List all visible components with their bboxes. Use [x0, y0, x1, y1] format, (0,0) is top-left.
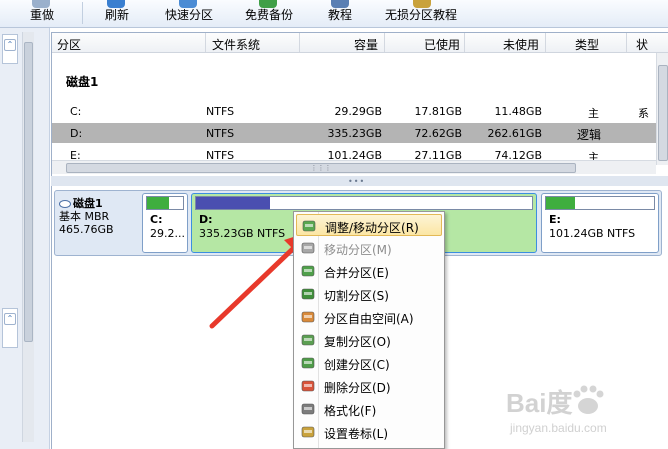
menu-item-label: 设置卷标(L)	[324, 427, 389, 441]
menu-item[interactable]: 设置卷标(L)	[296, 421, 442, 443]
label-icon	[300, 424, 316, 440]
delete-icon	[300, 378, 316, 394]
allocate-free-space-icon	[300, 309, 316, 325]
menu-item[interactable]: 分区自由空间(A)	[296, 306, 442, 328]
menu-item[interactable]: 切割分区(S)	[296, 283, 442, 305]
menu-item: 移动分区(M)	[296, 237, 442, 259]
menu-item[interactable]: 调整/移动分区(R)	[296, 214, 442, 236]
create-icon	[300, 355, 316, 371]
move-icon	[300, 240, 316, 256]
menu-item[interactable]: 格式化(F)	[296, 398, 442, 420]
context-menu: 调整/移动分区(R) 移动分区(M) 合并分区(E) 切割分区(S) 分区自由空间(A)…	[293, 211, 445, 449]
menu-item-label: 移动分区(M)	[324, 243, 392, 257]
menu-item[interactable]: 合并分区(E)	[296, 260, 442, 282]
menu-item-label: 创建分区(C)	[324, 358, 390, 372]
merge-icon	[300, 263, 316, 279]
menu-item-label: 删除分区(D)	[324, 381, 391, 395]
menu-item-label: 分区自由空间(A)	[324, 312, 414, 326]
menu-item[interactable]: 删除分区(D)	[296, 375, 442, 397]
menu-item-label: 切割分区(S)	[324, 289, 389, 303]
copy-icon	[300, 332, 316, 348]
menu-item[interactable]: 创建分区(C)	[296, 352, 442, 374]
resize-move-icon	[301, 218, 317, 234]
menu-item[interactable]: 复制分区(O)	[296, 329, 442, 351]
arrow-shaft	[209, 239, 303, 329]
menu-item-label: 复制分区(O)	[324, 335, 391, 349]
menu-item-label: 调整/移动分区(R)	[325, 221, 419, 235]
menu-item-label: 合并分区(E)	[324, 266, 389, 280]
format-icon	[300, 401, 316, 417]
menu-item-label: 格式化(F)	[324, 404, 377, 418]
split-icon	[300, 286, 316, 302]
